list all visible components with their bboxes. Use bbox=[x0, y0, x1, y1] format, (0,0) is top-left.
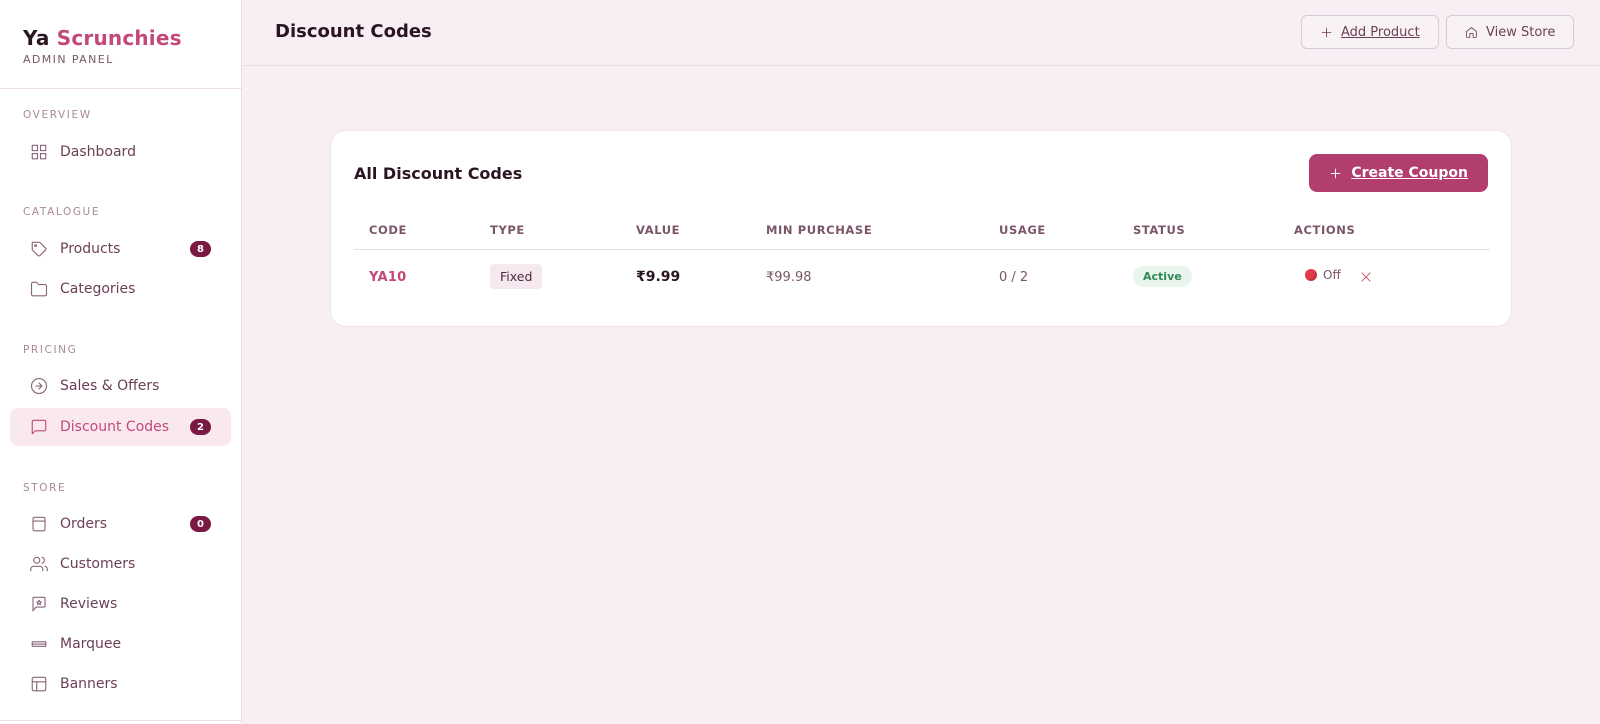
home-icon bbox=[1466, 26, 1477, 38]
sidebar: Ya Scrunchies ADMIN PANEL OVERVIEW Dashb… bbox=[0, 0, 242, 724]
orders-count-badge: 0 bbox=[190, 516, 211, 532]
sidebar-item-label: Marquee bbox=[60, 636, 122, 652]
message-square-icon bbox=[30, 418, 48, 436]
discount-codes-count-badge: 2 bbox=[190, 419, 211, 435]
sidebar-item-label: Categories bbox=[60, 281, 136, 297]
folder-icon bbox=[30, 280, 48, 298]
sidebar-item-label: Dashboard bbox=[60, 144, 136, 160]
sidebar-item-sales-offers[interactable]: Sales & Offers bbox=[10, 367, 231, 405]
grid-icon bbox=[30, 143, 48, 161]
brand-logo[interactable]: Ya Scrunchies bbox=[23, 26, 241, 50]
sidebar-item-categories[interactable]: Categories bbox=[10, 270, 231, 308]
section-label-overview: OVERVIEW bbox=[23, 109, 92, 121]
sidebar-item-banners[interactable]: Banners bbox=[10, 665, 231, 703]
sidebar-item-label: Banners bbox=[60, 676, 118, 692]
column-header-type: TYPE bbox=[490, 223, 525, 237]
view-store-button[interactable]: View Store bbox=[1446, 15, 1575, 49]
toggle-indicator-icon bbox=[1305, 269, 1317, 281]
section-label-pricing: PRICING bbox=[23, 344, 78, 356]
column-header-usage: USAGE bbox=[999, 223, 1046, 237]
section-label-catalogue: CATALOGUE bbox=[23, 206, 101, 218]
delete-icon[interactable] bbox=[1359, 269, 1373, 283]
brand: Ya Scrunchies ADMIN PANEL bbox=[0, 0, 241, 89]
top-header: Discount Codes Add Product View Store bbox=[242, 0, 1600, 66]
coupon-toggle[interactable]: Off bbox=[1305, 268, 1341, 282]
arrow-circle-icon bbox=[30, 377, 48, 395]
add-product-button[interactable]: Add Product bbox=[1301, 15, 1439, 49]
toggle-label: Off bbox=[1323, 268, 1341, 282]
sidebar-item-customers[interactable]: Customers bbox=[10, 545, 231, 583]
coupon-usage: 0 / 2 bbox=[999, 270, 1029, 285]
column-header-status: STATUS bbox=[1133, 223, 1186, 237]
create-coupon-label: Create Coupon bbox=[1351, 165, 1468, 181]
sidebar-divider bbox=[0, 720, 242, 721]
view-store-label: View Store bbox=[1486, 24, 1556, 40]
coupon-code: YA10 bbox=[369, 270, 407, 285]
marquee-icon bbox=[30, 635, 48, 653]
users-icon bbox=[30, 555, 48, 573]
coupon-value: ₹9.99 bbox=[636, 269, 681, 285]
card-title: All Discount Codes bbox=[354, 164, 523, 183]
column-header-code: CODE bbox=[369, 223, 408, 237]
sidebar-item-marquee[interactable]: Marquee bbox=[10, 625, 231, 663]
brand-name-part1: Ya bbox=[23, 26, 50, 50]
review-icon bbox=[30, 595, 48, 613]
create-coupon-button[interactable]: Create Coupon bbox=[1309, 154, 1488, 192]
sidebar-item-label: Discount Codes bbox=[60, 419, 170, 435]
column-header-actions: ACTIONS bbox=[1294, 223, 1356, 237]
section-label-store: STORE bbox=[23, 482, 67, 494]
brand-subtitle: ADMIN PANEL bbox=[23, 53, 114, 66]
shopping-bag-icon bbox=[30, 515, 48, 533]
sidebar-item-products[interactable]: Products 8 bbox=[10, 230, 231, 268]
page-title: Discount Codes bbox=[275, 21, 432, 42]
coupon-min-purchase: ₹99.98 bbox=[766, 270, 812, 285]
plus-icon bbox=[1331, 168, 1341, 178]
sidebar-item-label: Products bbox=[60, 241, 121, 257]
products-count-badge: 8 bbox=[190, 241, 211, 257]
sidebar-item-label: Customers bbox=[60, 556, 136, 572]
sidebar-item-label: Sales & Offers bbox=[60, 378, 160, 394]
sidebar-item-dashboard[interactable]: Dashboard bbox=[10, 133, 231, 171]
sidebar-item-label: Orders bbox=[60, 516, 108, 532]
tag-icon bbox=[30, 240, 48, 258]
brand-name-part2: Scrunchies bbox=[56, 26, 182, 50]
add-product-label: Add Product bbox=[1341, 24, 1420, 40]
sidebar-item-discount-codes[interactable]: Discount Codes 2 bbox=[10, 408, 231, 446]
sidebar-item-label: Reviews bbox=[60, 596, 118, 612]
discount-codes-card: All Discount Codes Create Coupon CODE TY… bbox=[330, 130, 1512, 327]
layout-icon bbox=[30, 675, 48, 693]
column-header-value: VALUE bbox=[636, 223, 681, 237]
status-badge: Active bbox=[1133, 266, 1192, 287]
sidebar-item-orders[interactable]: Orders 0 bbox=[10, 505, 231, 543]
table-header-divider bbox=[354, 249, 1490, 250]
column-header-min-purchase: MIN PURCHASE bbox=[766, 223, 873, 237]
plus-icon bbox=[1321, 27, 1332, 37]
coupon-type-badge: Fixed bbox=[490, 264, 543, 289]
sidebar-item-reviews[interactable]: Reviews bbox=[10, 585, 231, 623]
